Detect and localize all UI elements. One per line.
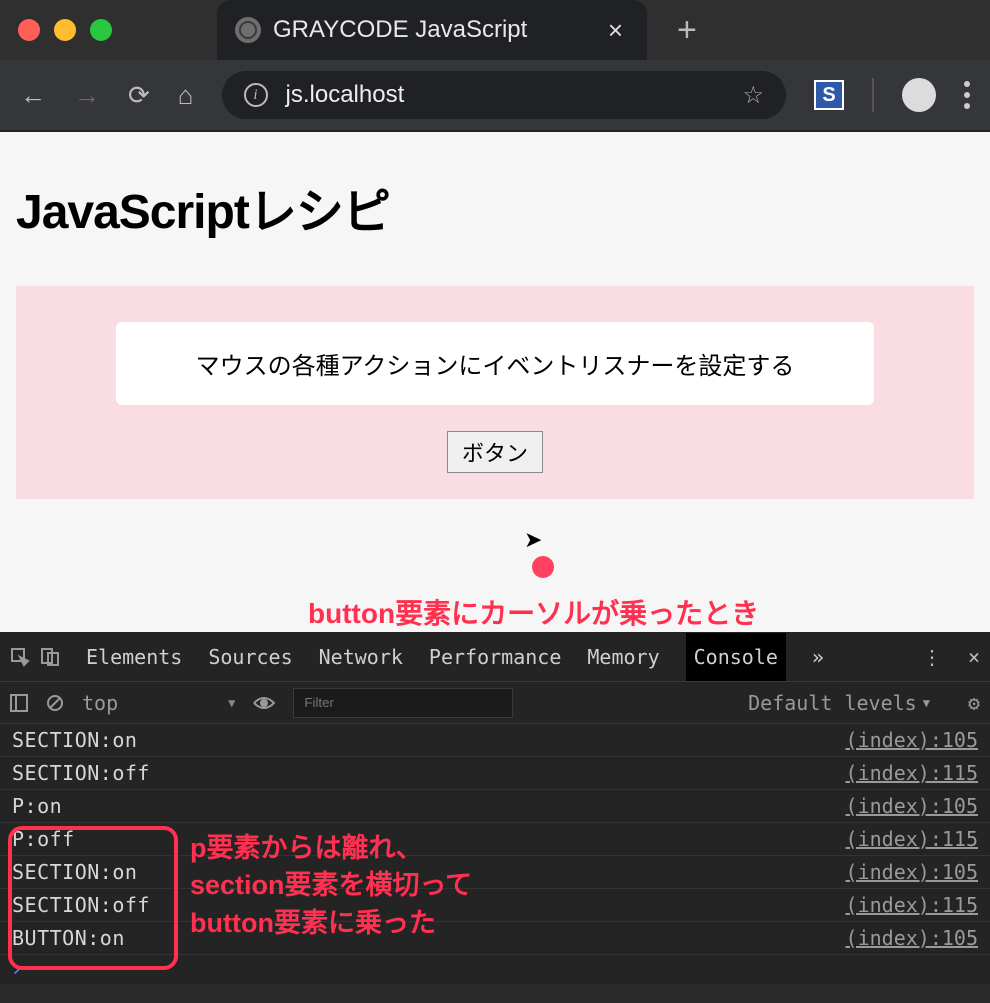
console-filter-input[interactable] [293, 688, 513, 718]
toolbar-separator [872, 78, 874, 112]
console-prompt[interactable]: › [0, 955, 990, 984]
tab-memory[interactable]: Memory [587, 645, 659, 669]
browser-menu-button[interactable] [964, 81, 970, 109]
section-element[interactable]: マウスの各種アクションにイベントリスナーを設定する ボタン [16, 286, 974, 499]
annotation-text-2: p要素からは離れ、 section要素を横切って button要素に乗った [190, 830, 472, 942]
forward-button: → [74, 80, 100, 111]
new-tab-button[interactable]: + [677, 11, 697, 50]
inspect-element-icon[interactable] [10, 647, 30, 667]
home-button[interactable]: ⌂ [178, 80, 194, 111]
back-button[interactable]: ← [20, 80, 46, 111]
log-message: P:on [12, 794, 62, 818]
log-source-link[interactable]: (index):115 [846, 893, 978, 917]
paragraph-element[interactable]: マウスの各種アクションにイベントリスナーを設定する [116, 322, 874, 405]
devtools-tab-bar: Elements Sources Network Performance Mem… [0, 632, 990, 682]
log-message: SECTION:on [12, 860, 137, 884]
console-log-row[interactable]: BUTTON:on (index):105 [0, 922, 990, 955]
log-source-link[interactable]: (index):105 [846, 860, 978, 884]
extension-icon[interactable]: S [814, 80, 844, 110]
tab-console[interactable]: Console [686, 633, 786, 681]
console-log-row[interactable]: SECTION:on (index):105 [0, 856, 990, 889]
page-content: JavaScriptレシピ マウスの各種アクションにイベントリスナーを設定する … [0, 132, 990, 632]
tab-performance[interactable]: Performance [429, 645, 561, 669]
tab-more[interactable]: » [812, 645, 824, 669]
console-log-row[interactable]: P:on (index):105 [0, 790, 990, 823]
browser-toolbar: ← → ⟳ ⌂ i js.localhost ☆ S [0, 60, 990, 132]
devtools-close-icon[interactable]: × [968, 645, 980, 669]
log-source-link[interactable]: (index):115 [846, 761, 978, 785]
maximize-window-button[interactable] [90, 19, 112, 41]
console-log-row[interactable]: P:off (index):115 [0, 823, 990, 856]
device-toolbar-icon[interactable] [40, 647, 60, 667]
log-message: SECTION:on [12, 728, 137, 752]
console-log-row[interactable]: SECTION:off (index):115 [0, 757, 990, 790]
page-heading: JavaScriptレシピ [16, 172, 974, 242]
live-expression-icon[interactable] [253, 695, 275, 711]
console-toolbar: top Default levels ⚙ [0, 682, 990, 724]
console-log-list: SECTION:on (index):105 SECTION:off (index):… [0, 724, 990, 955]
address-bar[interactable]: i js.localhost ☆ [222, 71, 786, 119]
site-info-icon[interactable]: i [244, 83, 268, 107]
log-source-link[interactable]: (index):105 [846, 794, 978, 818]
window-titlebar: GRAYCODE JavaScript × + [0, 0, 990, 60]
url-text: js.localhost [286, 81, 405, 109]
log-message: P:off [12, 827, 75, 851]
globe-icon [235, 17, 261, 43]
browser-tab[interactable]: GRAYCODE JavaScript × [217, 0, 647, 60]
log-source-link[interactable]: (index):105 [846, 926, 978, 950]
annotation-dot [532, 556, 554, 578]
tab-title: GRAYCODE JavaScript [273, 16, 527, 44]
clear-console-icon[interactable] [46, 694, 64, 712]
log-message: BUTTON:on [12, 926, 125, 950]
tab-network[interactable]: Network [319, 645, 403, 669]
console-log-row[interactable]: SECTION:off (index):115 [0, 889, 990, 922]
console-log-row[interactable]: SECTION:on (index):105 [0, 724, 990, 757]
cursor-icon: ➤ [524, 527, 542, 553]
window-traffic-lights [18, 19, 112, 41]
reload-button[interactable]: ⟳ [128, 80, 150, 111]
minimize-window-button[interactable] [54, 19, 76, 41]
log-message: SECTION:off [12, 893, 150, 917]
sample-button[interactable]: ボタン [447, 431, 543, 473]
tab-elements[interactable]: Elements [86, 645, 182, 669]
devtools-menu-icon[interactable]: ⋮ [922, 645, 942, 669]
context-selector[interactable]: top [82, 691, 235, 715]
tab-sources[interactable]: Sources [208, 645, 292, 669]
close-window-button[interactable] [18, 19, 40, 41]
bookmark-star-icon[interactable]: ☆ [742, 81, 764, 110]
annotation-text-1: button要素にカーソルが乗ったとき [308, 592, 759, 632]
log-message: SECTION:off [12, 761, 150, 785]
profile-avatar[interactable] [902, 78, 936, 112]
close-tab-button[interactable]: × [602, 15, 629, 46]
console-settings-icon[interactable]: ⚙ [968, 691, 980, 715]
log-source-link[interactable]: (index):105 [846, 728, 978, 752]
console-sidebar-icon[interactable] [10, 694, 28, 712]
log-source-link[interactable]: (index):115 [846, 827, 978, 851]
devtools-panel: Elements Sources Network Performance Mem… [0, 632, 990, 984]
log-levels-selector[interactable]: Default levels [748, 691, 930, 715]
devtools-inspect-icons[interactable] [10, 647, 60, 667]
